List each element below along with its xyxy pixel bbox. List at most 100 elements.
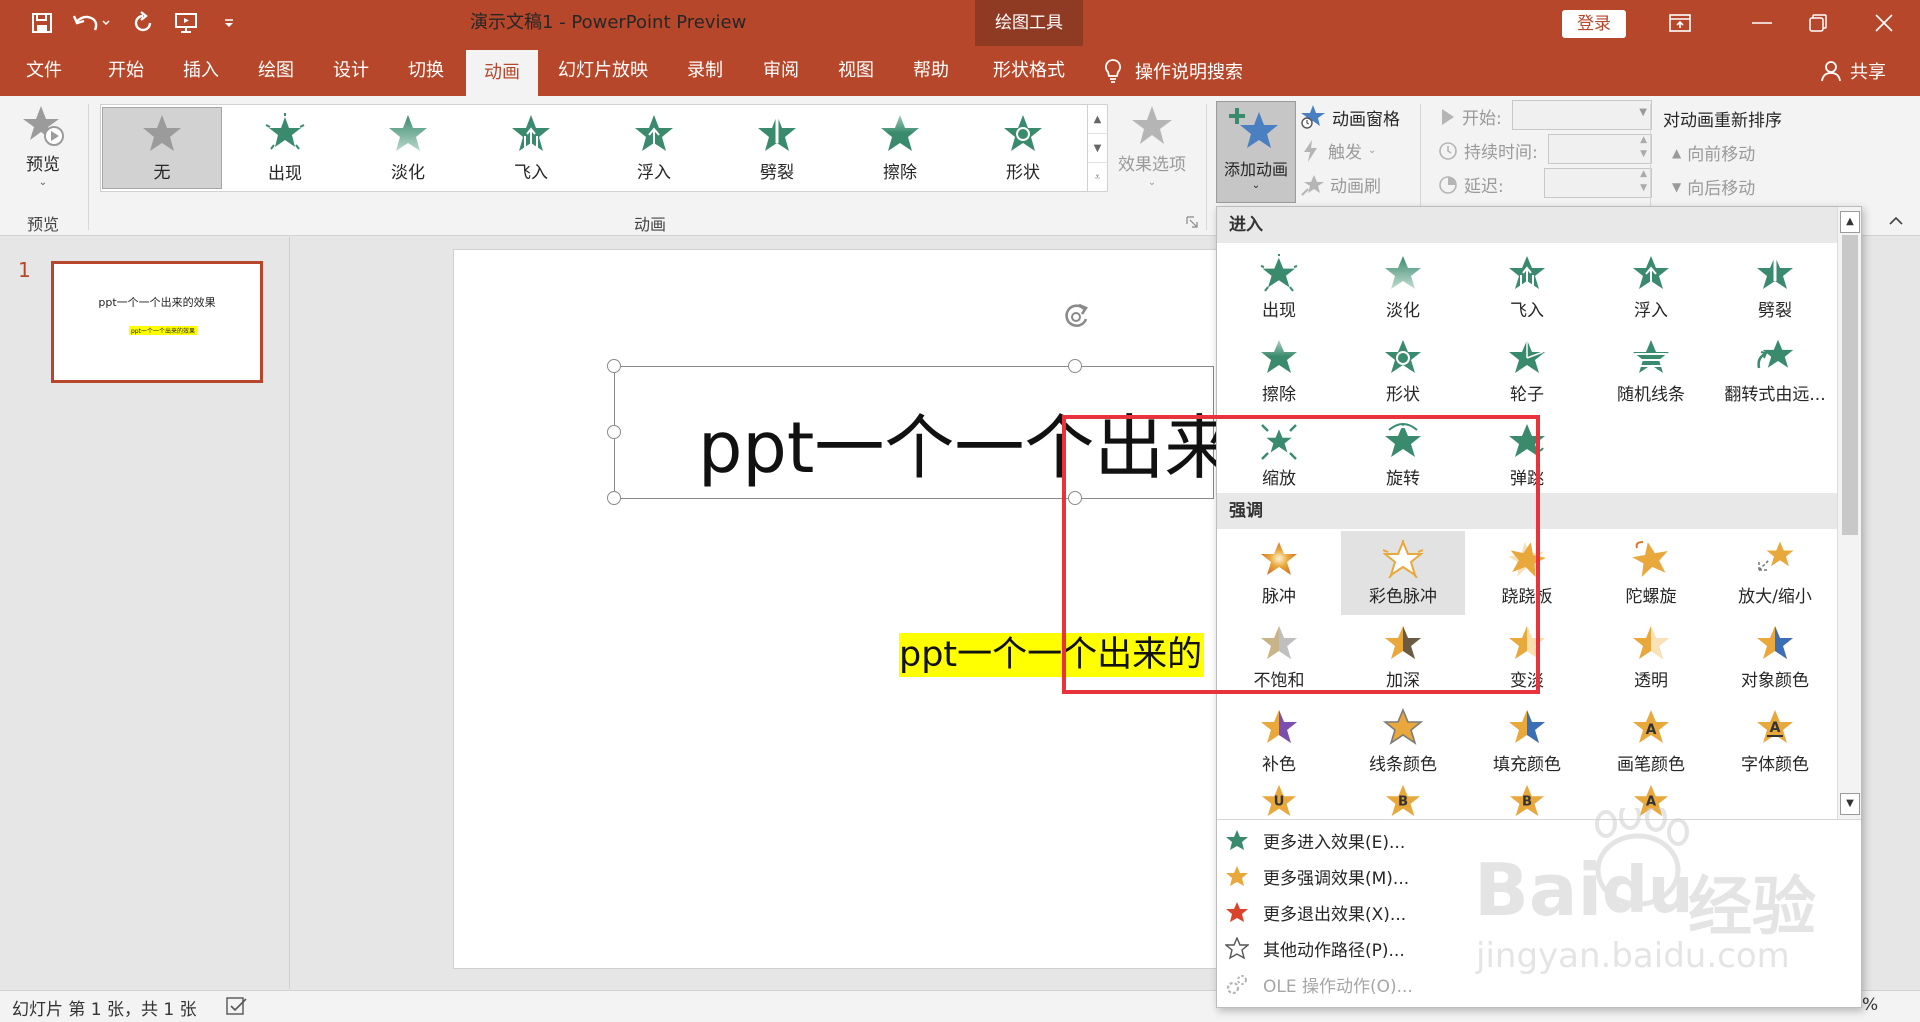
tab-design[interactable]: 设计	[321, 46, 381, 96]
entrance-effect-float-in[interactable]: 浮入	[1589, 245, 1713, 329]
move-later-button[interactable]: ▼ 向后移动	[1672, 174, 1755, 199]
share-button[interactable]: 共享	[1820, 46, 1886, 96]
entrance-effect-grow-turn[interactable]: 翻转式由远...	[1713, 329, 1837, 413]
emphasis-effect-lighten[interactable]: 变淡	[1465, 615, 1589, 699]
emphasis-effect-grow-shrink[interactable]: 放大/缩小	[1713, 531, 1837, 615]
gallery-item-split[interactable]: 劈裂	[717, 107, 837, 189]
gallery-item-appear[interactable]: 出现	[225, 107, 345, 189]
tab-transitions[interactable]: 切换	[396, 46, 456, 96]
trigger-button[interactable]: 触发 ⌄	[1300, 138, 1376, 163]
delay-spinner[interactable]: ▲ ▼	[1544, 168, 1652, 198]
animation-painter-button[interactable]: 动画刷	[1300, 172, 1381, 197]
zoom-percent[interactable]: %	[1862, 995, 1878, 1015]
preview-button[interactable]: 预览 ⌄	[14, 104, 72, 196]
spin-up-icon[interactable]: ▲	[1640, 169, 1647, 179]
entrance-effect-fly-in[interactable]: 飞入	[1465, 245, 1589, 329]
tab-review[interactable]: 审阅	[751, 46, 811, 96]
emphasis-effect-complementary-color[interactable]: 补色	[1217, 699, 1341, 783]
ole-action-verbs[interactable]: OLE 操作动作(O)...	[1225, 967, 1845, 1001]
entrance-effect-split[interactable]: 劈裂	[1713, 245, 1837, 329]
emphasis-effect-partial[interactable]: B	[1341, 783, 1465, 819]
tab-animations[interactable]: 动画	[466, 50, 538, 96]
gallery-item-fly-in[interactable]: 飞入	[471, 107, 591, 189]
emphasis-effect-partial[interactable]: B	[1465, 783, 1589, 819]
scroll-down-icon[interactable]: ▼	[1840, 793, 1860, 815]
undo-icon[interactable]	[66, 0, 116, 46]
more-motion-paths[interactable]: 其他动作路径(P)...	[1225, 931, 1845, 965]
ribbon-display-icon[interactable]	[1652, 0, 1708, 46]
emphasis-effect-spin[interactable]: 陀螺旋	[1589, 531, 1713, 615]
tab-file[interactable]: 文件	[14, 46, 74, 96]
slide-subtitle-text[interactable]: ppt一个一个出来的	[899, 633, 1205, 677]
emphasis-effect-pulse[interactable]: 脉冲	[1217, 531, 1341, 615]
move-earlier-button[interactable]: ▲ 向前移动	[1672, 140, 1755, 165]
entrance-effect-wipe[interactable]: 擦除	[1217, 329, 1341, 413]
tab-help[interactable]: 帮助	[901, 46, 961, 96]
tab-record[interactable]: 录制	[675, 46, 735, 96]
more-emphasis-effects[interactable]: 更多强调效果(M)...	[1225, 859, 1845, 893]
customize-qat-icon[interactable]	[216, 0, 242, 46]
scroll-up-icon[interactable]: ▲	[1840, 211, 1860, 233]
more-entrance-effects[interactable]: 更多进入效果(E)...	[1225, 823, 1845, 857]
tell-me-search[interactable]: 操作说明搜索	[1103, 46, 1243, 96]
emphasis-effect-partial[interactable]: A	[1589, 783, 1713, 819]
minimize-icon[interactable]	[1734, 0, 1790, 46]
gallery-item-shape[interactable]: 形状	[963, 107, 1083, 189]
resize-handle[interactable]	[607, 359, 621, 373]
gallery-expand-icon[interactable]: ⩡	[1088, 163, 1107, 192]
tab-insert[interactable]: 插入	[171, 46, 231, 96]
emphasis-effect-font-color[interactable]: A 字体颜色	[1713, 699, 1837, 783]
entrance-effect-zoom[interactable]: 缩放	[1217, 413, 1341, 497]
emphasis-effect-teeter[interactable]: 跷跷板	[1465, 531, 1589, 615]
entrance-effect-wheel[interactable]: 轮子	[1465, 329, 1589, 413]
resize-handle[interactable]	[607, 425, 621, 439]
entrance-effect-swivel[interactable]: 旋转	[1341, 413, 1465, 497]
gallery-item-fade[interactable]: 淡化	[348, 107, 468, 189]
duration-spinner[interactable]: ▲ ▼	[1548, 134, 1652, 164]
gallery-scroll-up-icon[interactable]: ▲	[1088, 105, 1107, 134]
gallery-item-none[interactable]: 无	[102, 107, 222, 189]
emphasis-effect-object-color[interactable]: 对象颜色	[1713, 615, 1837, 699]
spin-down-icon[interactable]: ▼	[1640, 183, 1647, 193]
login-button[interactable]: 登录	[1562, 10, 1626, 38]
scroll-thumb[interactable]	[1842, 235, 1858, 535]
emphasis-effect-desaturate[interactable]: 不饱和	[1217, 615, 1341, 699]
slide-title-text[interactable]: ppt一个一个出来	[698, 408, 1234, 488]
tab-view[interactable]: 视图	[826, 46, 886, 96]
entrance-effect-random-bars[interactable]: 随机线条	[1589, 329, 1713, 413]
gallery-scroll[interactable]: ▲ ▼ ⩡	[1088, 104, 1108, 192]
dropdown-scrollbar[interactable]: ▲ ▼	[1837, 207, 1861, 819]
restore-icon[interactable]	[1790, 0, 1846, 46]
more-exit-effects[interactable]: 更多退出效果(X)...	[1225, 895, 1845, 929]
entrance-effect-appear[interactable]: 出现	[1217, 245, 1341, 329]
collapse-ribbon-icon[interactable]	[1888, 216, 1904, 226]
emphasis-effect-fill-color[interactable]: 填充颜色	[1465, 699, 1589, 783]
emphasis-effect-line-color[interactable]: 线条颜色	[1341, 699, 1465, 783]
rotate-handle-icon[interactable]	[1058, 299, 1094, 333]
tab-slideshow[interactable]: 幻灯片放映	[553, 46, 653, 96]
tab-draw[interactable]: 绘图	[246, 46, 306, 96]
resize-handle[interactable]	[1068, 359, 1082, 373]
emphasis-effect-brush-color[interactable]: A 画笔颜色	[1589, 699, 1713, 783]
dialog-launcher-icon[interactable]	[1186, 216, 1198, 228]
spin-down-icon[interactable]: ▼	[1640, 149, 1647, 159]
effect-options-button[interactable]: 效果选项 ⌄	[1112, 104, 1192, 196]
close-icon[interactable]	[1856, 0, 1912, 46]
resize-handle[interactable]	[607, 491, 621, 505]
resize-handle[interactable]	[1068, 491, 1082, 505]
redo-icon[interactable]	[126, 0, 160, 46]
emphasis-effect-partial[interactable]: U	[1217, 783, 1341, 819]
animation-pane-button[interactable]: 动画窗格	[1300, 104, 1400, 130]
spin-up-icon[interactable]: ▲	[1640, 135, 1647, 145]
emphasis-effect-color-pulse[interactable]: 彩色脉冲	[1341, 531, 1465, 615]
entrance-effect-fade[interactable]: 淡化	[1341, 245, 1465, 329]
emphasis-effect-darken[interactable]: 加深	[1341, 615, 1465, 699]
entrance-effect-bounce[interactable]: 弹跳	[1465, 413, 1589, 497]
add-animation-button[interactable]: 添加动画 ⌄	[1216, 101, 1296, 203]
emphasis-effect-transparency[interactable]: 透明	[1589, 615, 1713, 699]
notes-check-icon[interactable]	[226, 997, 248, 1015]
tab-home[interactable]: 开始	[96, 46, 156, 96]
slide-thumbnail[interactable]: ppt一个一个出来的效果 ppt一个一个出来的效果	[51, 261, 263, 383]
gallery-item-wipe[interactable]: 擦除	[840, 107, 960, 189]
entrance-effect-shape[interactable]: 形状	[1341, 329, 1465, 413]
